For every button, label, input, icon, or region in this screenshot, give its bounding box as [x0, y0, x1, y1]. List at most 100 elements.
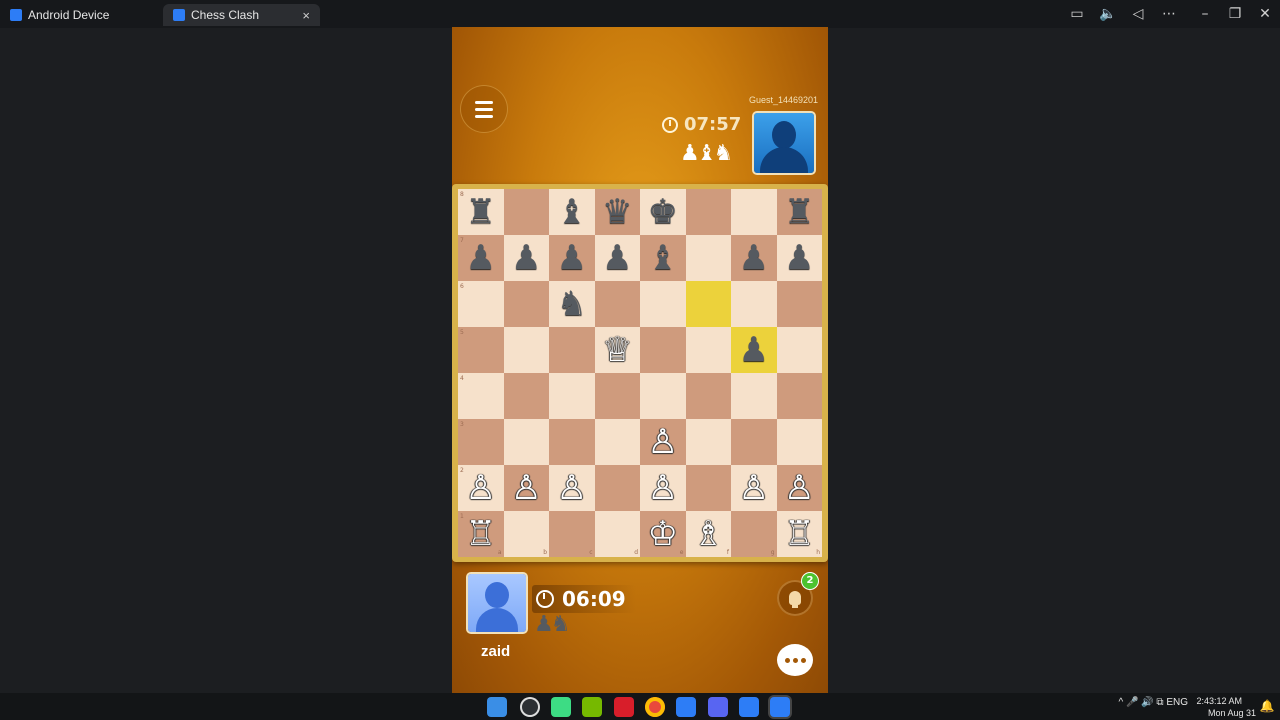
- square-g5[interactable]: ♟: [731, 327, 777, 373]
- square-c7[interactable]: ♟: [549, 235, 595, 281]
- square-a4[interactable]: 4: [458, 373, 504, 419]
- minimize-icon[interactable]: –: [1192, 4, 1218, 24]
- black-piece[interactable]: ♟: [739, 333, 769, 367]
- emulator-icon[interactable]: [676, 697, 696, 717]
- square-h1[interactable]: h ♖: [776, 511, 822, 557]
- white-piece[interactable]: ♔: [648, 517, 678, 551]
- black-piece[interactable]: ♚: [648, 195, 678, 229]
- square-h5[interactable]: [776, 327, 822, 373]
- back-icon[interactable]: ◁: [1125, 4, 1151, 24]
- square-c2[interactable]: ♙: [549, 465, 595, 511]
- system-tray[interactable]: ^ 🎤 🔊 ⧉ ENG: [1118, 697, 1188, 708]
- emulator-icon[interactable]: [739, 697, 759, 717]
- square-b2[interactable]: ♙: [503, 465, 549, 511]
- white-piece[interactable]: ♙: [466, 471, 496, 505]
- black-piece[interactable]: ♟: [557, 241, 587, 275]
- menu-button[interactable]: [460, 85, 508, 133]
- black-piece[interactable]: ♟: [466, 241, 496, 275]
- notification-bell-icon[interactable]: 🔔: [1254, 696, 1280, 716]
- square-d2[interactable]: [594, 465, 640, 511]
- close-icon[interactable]: ✕: [1252, 4, 1278, 24]
- discord-icon[interactable]: [708, 697, 728, 717]
- chess-board[interactable]: 8 ♜ ♝ ♛ ♚ ♜ 7 ♟ ♟ ♟ ♟ ♝ ♟ ♟ 6 ♞ 5 ♕ ♟ 4 3 ♙ 2 ♙ ♙ ♙ ♙ ♙ ♙ 1 a ♖ b c d e ♔ f ♗ g…: [458, 189, 822, 557]
- white-piece[interactable]: ♙: [557, 471, 587, 505]
- white-piece[interactable]: ♖: [466, 517, 496, 551]
- square-a5[interactable]: 5: [458, 327, 504, 373]
- white-piece[interactable]: ♖: [784, 517, 814, 551]
- square-b4[interactable]: [503, 373, 549, 419]
- black-piece[interactable]: ♟: [511, 241, 541, 275]
- square-d1[interactable]: d: [594, 511, 640, 557]
- white-piece[interactable]: ♙: [784, 471, 814, 505]
- square-a1[interactable]: 1 a ♖: [458, 511, 504, 557]
- game-app-icon[interactable]: [614, 697, 634, 717]
- white-piece[interactable]: ♙: [511, 471, 541, 505]
- black-piece[interactable]: ♝: [648, 241, 678, 275]
- square-e4[interactable]: [640, 373, 686, 419]
- square-b5[interactable]: [503, 327, 549, 373]
- square-g4[interactable]: [731, 373, 777, 419]
- square-g6[interactable]: [731, 281, 777, 327]
- white-piece[interactable]: ♙: [739, 471, 769, 505]
- black-piece[interactable]: ♜: [466, 195, 496, 229]
- chat-button[interactable]: [777, 644, 813, 676]
- square-e2[interactable]: ♙: [640, 465, 686, 511]
- square-d5[interactable]: ♕: [594, 327, 640, 373]
- white-piece[interactable]: ♕: [602, 333, 632, 367]
- square-e6[interactable]: [640, 281, 686, 327]
- windows-start-icon[interactable]: [487, 697, 507, 717]
- white-piece[interactable]: ♙: [648, 471, 678, 505]
- square-f8[interactable]: [685, 189, 731, 235]
- black-piece[interactable]: ♛: [602, 195, 632, 229]
- square-b7[interactable]: ♟: [503, 235, 549, 281]
- player-avatar[interactable]: [468, 574, 526, 632]
- square-a3[interactable]: 3: [458, 419, 504, 465]
- screen-cast-icon[interactable]: ▭: [1064, 4, 1090, 24]
- square-e5[interactable]: [640, 327, 686, 373]
- close-tab-icon[interactable]: ×: [302, 8, 310, 23]
- more-icon[interactable]: ⋯: [1156, 4, 1182, 24]
- square-f6[interactable]: [685, 281, 731, 327]
- black-piece[interactable]: ♞: [557, 287, 587, 321]
- volume-icon[interactable]: 🔈: [1095, 4, 1121, 24]
- square-d4[interactable]: [594, 373, 640, 419]
- square-g1[interactable]: g: [731, 511, 777, 557]
- square-e1[interactable]: e ♔: [640, 511, 686, 557]
- square-f7[interactable]: [685, 235, 731, 281]
- square-b1[interactable]: b: [503, 511, 549, 557]
- android-studio-icon[interactable]: [551, 697, 571, 717]
- black-piece[interactable]: ♟: [784, 241, 814, 275]
- square-c3[interactable]: [549, 419, 595, 465]
- square-a7[interactable]: 7 ♟: [458, 235, 504, 281]
- square-c6[interactable]: ♞: [549, 281, 595, 327]
- tab-chess-clash[interactable]: Chess Clash ×: [163, 4, 320, 26]
- nvidia-icon[interactable]: [582, 697, 602, 717]
- square-c5[interactable]: [549, 327, 595, 373]
- square-f5[interactable]: [685, 327, 731, 373]
- square-h7[interactable]: ♟: [776, 235, 822, 281]
- obs-icon[interactable]: [520, 697, 540, 717]
- square-c8[interactable]: ♝: [549, 189, 595, 235]
- square-h8[interactable]: ♜: [776, 189, 822, 235]
- chrome-icon[interactable]: [645, 697, 665, 717]
- square-c1[interactable]: c: [549, 511, 595, 557]
- square-h3[interactable]: [776, 419, 822, 465]
- black-piece[interactable]: ♟: [602, 241, 632, 275]
- square-d7[interactable]: ♟: [594, 235, 640, 281]
- square-a8[interactable]: 8 ♜: [458, 189, 504, 235]
- square-c4[interactable]: [549, 373, 595, 419]
- square-e3[interactable]: ♙: [640, 419, 686, 465]
- square-g7[interactable]: ♟: [731, 235, 777, 281]
- square-f3[interactable]: [685, 419, 731, 465]
- square-g2[interactable]: ♙: [731, 465, 777, 511]
- opponent-avatar[interactable]: [754, 113, 814, 173]
- square-e7[interactable]: ♝: [640, 235, 686, 281]
- square-h6[interactable]: [776, 281, 822, 327]
- tab-android-device[interactable]: Android Device: [0, 4, 160, 26]
- square-f1[interactable]: f ♗: [685, 511, 731, 557]
- black-piece[interactable]: ♝: [557, 195, 587, 229]
- black-piece[interactable]: ♟: [739, 241, 769, 275]
- white-piece[interactable]: ♙: [648, 425, 678, 459]
- square-a2[interactable]: 2 ♙: [458, 465, 504, 511]
- square-a6[interactable]: 6: [458, 281, 504, 327]
